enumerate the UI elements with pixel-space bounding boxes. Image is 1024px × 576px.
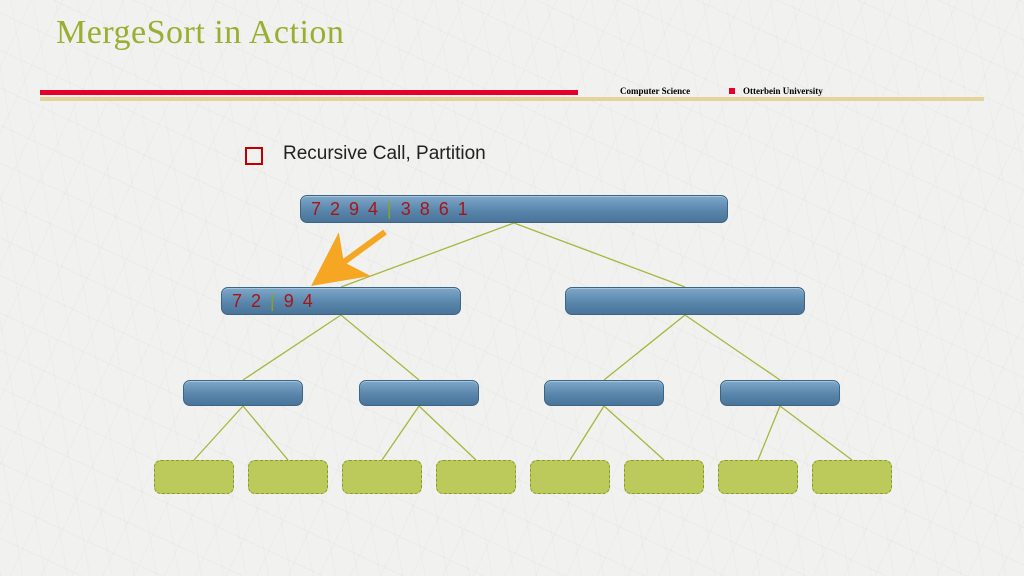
tree-node-L3-5 bbox=[624, 460, 704, 494]
tree-node-L3-1 bbox=[248, 460, 328, 494]
bullet-marker-icon bbox=[245, 147, 263, 165]
tree-node-L3-3 bbox=[436, 460, 516, 494]
tree-node-L3-0 bbox=[154, 460, 234, 494]
tree-node-label: 7 2 | 9 4 bbox=[222, 288, 460, 314]
tree-node-L2-1 bbox=[359, 380, 479, 406]
tree-node-L0-0: 7 2 9 4 | 3 8 6 1 bbox=[300, 195, 728, 223]
tree-node-L3-2 bbox=[342, 460, 422, 494]
slide-title: MergeSort in Action bbox=[56, 14, 344, 52]
tree-node-label: 7 2 9 4 | 3 8 6 1 bbox=[301, 196, 727, 222]
tree-node-L1-0: 7 2 | 9 4 bbox=[221, 287, 461, 315]
footer-square-icon bbox=[729, 88, 735, 94]
header-rule-red bbox=[40, 90, 578, 95]
tree-node-L3-7 bbox=[812, 460, 892, 494]
recursion-arrow-icon bbox=[322, 232, 385, 278]
footer-right-text: Otterbein University bbox=[743, 86, 823, 96]
tree-node-L1-1 bbox=[565, 287, 805, 315]
bullet-label: Recursive Call, Partition bbox=[283, 143, 486, 165]
header-rule-tan bbox=[40, 97, 984, 101]
tree-node-L2-0 bbox=[183, 380, 303, 406]
tree-node-L2-2 bbox=[544, 380, 664, 406]
tree-node-L3-6 bbox=[718, 460, 798, 494]
footer-left-text: Computer Science bbox=[620, 86, 690, 96]
tree-node-L3-4 bbox=[530, 460, 610, 494]
tree-node-L2-3 bbox=[720, 380, 840, 406]
